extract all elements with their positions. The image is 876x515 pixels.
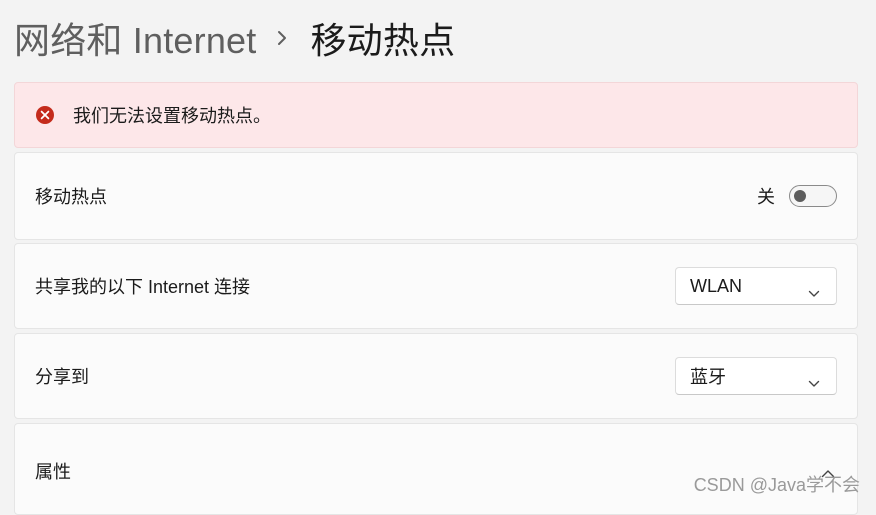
mobile-hotspot-toggle[interactable] <box>789 185 837 207</box>
toggle-knob <box>794 190 806 202</box>
breadcrumb-parent[interactable]: 网络和 Internet <box>14 12 256 64</box>
share-connection-dropdown[interactable]: WLAN <box>675 267 837 305</box>
share-to-label: 分享到 <box>35 367 89 387</box>
chevron-down-icon <box>808 282 820 303</box>
watermark: CSDN @Java学不会 <box>693 475 860 495</box>
share-to-row: 分享到 蓝牙 <box>14 333 858 419</box>
share-to-value: 蓝牙 <box>690 367 726 387</box>
share-connection-value: WLAN <box>690 275 743 296</box>
share-connection-label: 共享我的以下 Internet 连接 <box>35 277 251 297</box>
properties-label: 属性 <box>35 462 71 482</box>
error-circle-icon <box>35 105 55 125</box>
properties-row[interactable]: 属性 <box>14 423 858 515</box>
breadcrumb: 网络和 Internet 移动热点 <box>14 12 455 64</box>
mobile-hotspot-label: 移动热点 <box>35 187 107 207</box>
chevron-right-icon <box>276 28 288 48</box>
chevron-down-icon <box>808 372 820 393</box>
toggle-state-label: 关 <box>757 187 775 207</box>
mobile-hotspot-toggle-group: 关 <box>757 183 837 209</box>
mobile-hotspot-row: 移动热点 关 <box>14 152 858 240</box>
error-infobar: 我们无法设置移动热点。 <box>14 82 858 148</box>
share-connection-row: 共享我的以下 Internet 连接 WLAN <box>14 243 858 329</box>
share-to-dropdown[interactable]: 蓝牙 <box>675 357 837 395</box>
page-title: 移动热点 <box>310 20 456 61</box>
error-message: 我们无法设置移动热点。 <box>73 106 271 126</box>
